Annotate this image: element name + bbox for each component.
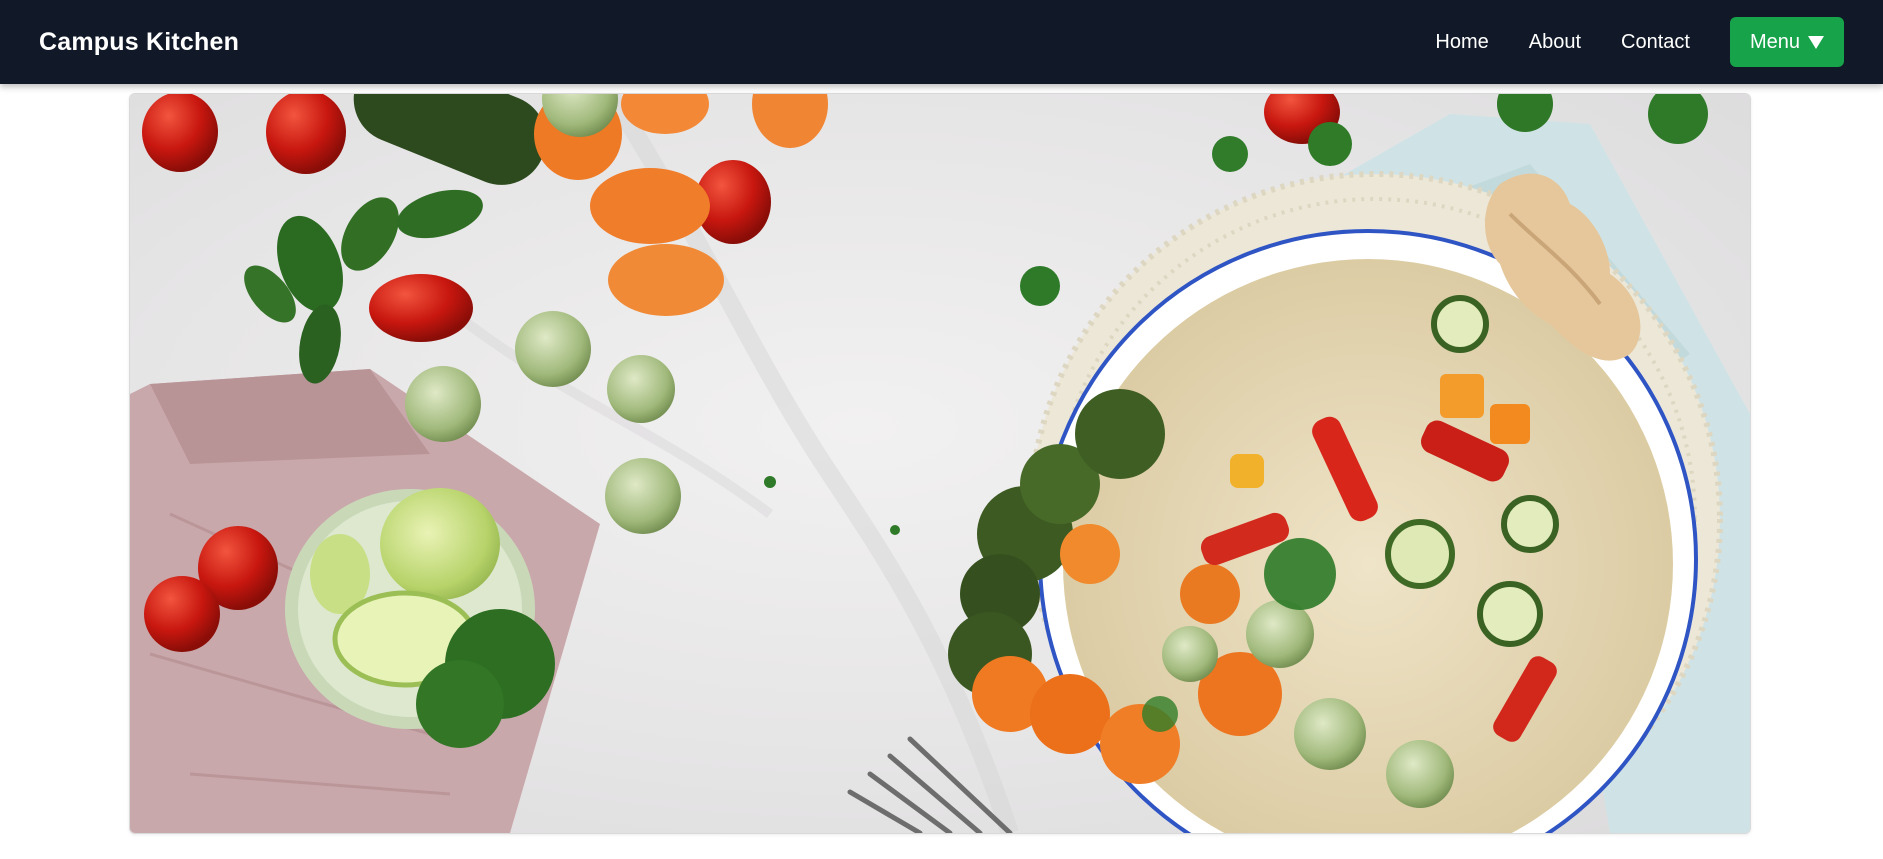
menu-dropdown-button[interactable]: Menu — [1729, 17, 1844, 67]
food-photo-illustration — [130, 94, 1750, 833]
menu-button-label: Menu — [1749, 30, 1800, 53]
nav-links: Home About Contact Menu — [1435, 0, 1844, 84]
navbar: Campus Kitchen Home About Contact Menu — [0, 0, 1883, 84]
hero-image — [129, 93, 1751, 834]
nav-link-home[interactable]: Home — [1435, 31, 1488, 54]
caret-down-icon — [1808, 35, 1824, 49]
nav-link-about[interactable]: About — [1529, 31, 1581, 54]
nav-link-contact[interactable]: Contact — [1621, 31, 1690, 54]
brand-logo[interactable]: Campus Kitchen — [39, 0, 239, 84]
